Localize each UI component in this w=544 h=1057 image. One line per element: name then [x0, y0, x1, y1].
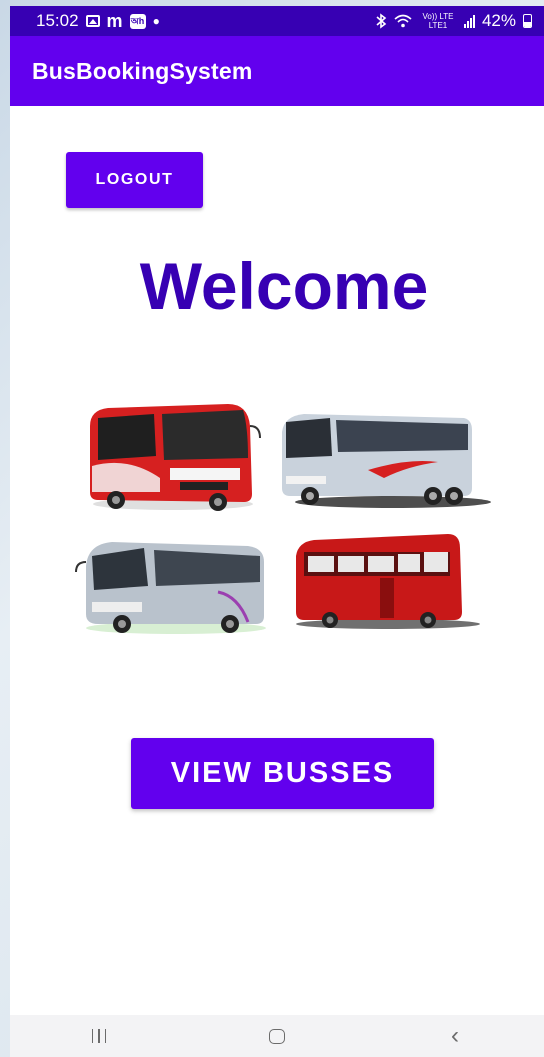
m-icon: m: [106, 10, 123, 31]
app-bar: BusBookingSystem: [10, 36, 544, 106]
status-bar: 15:02 m অh ● Vo)) LTE LTE1 42%: [10, 6, 544, 36]
welcome-heading: Welcome: [139, 249, 429, 323]
status-time: 15:02: [36, 11, 79, 30]
battery-fill: [524, 21, 531, 27]
home-button[interactable]: [247, 1019, 307, 1053]
status-right: Vo)) LTE LTE1 42%: [375, 11, 532, 31]
signal-icon: [463, 14, 475, 28]
gallery-icon: [85, 15, 100, 27]
recents-icon[interactable]: [69, 1019, 129, 1053]
back-button[interactable]: ‹: [425, 1019, 485, 1053]
back-icon: ‹: [451, 1022, 459, 1049]
view-busses-button[interactable]: VIEW BUSSES: [131, 738, 434, 809]
silver-coach-illustration: [282, 414, 491, 508]
bus-collage-image: [75, 404, 491, 634]
home-icon: [269, 1028, 285, 1044]
grey-coach-illustration: [75, 542, 266, 634]
battery-icon: [523, 14, 532, 28]
bluetooth-icon: [375, 13, 387, 29]
red-coach-illustration: [90, 404, 261, 511]
wifi-icon: [394, 14, 412, 28]
network-label: Vo)) LTE LTE1: [422, 12, 454, 30]
navigation-bar: ‹: [10, 1015, 544, 1057]
phone-screen: 15:02 m অh ● Vo)) LTE LTE1 42% BusBookin…: [10, 6, 544, 1015]
dot-icon: ●: [152, 14, 160, 28]
red-city-bus-illustration: [296, 534, 480, 629]
status-left: 15:02 m অh ●: [36, 11, 160, 32]
main-content: LOGOUT Welcome VIEW BUSSES: [10, 106, 544, 1015]
app-badge-icon: অh: [129, 13, 146, 29]
battery-percent: 42%: [481, 11, 516, 30]
logout-button[interactable]: LOGOUT: [66, 152, 203, 208]
app-title: BusBookingSystem: [32, 57, 253, 84]
